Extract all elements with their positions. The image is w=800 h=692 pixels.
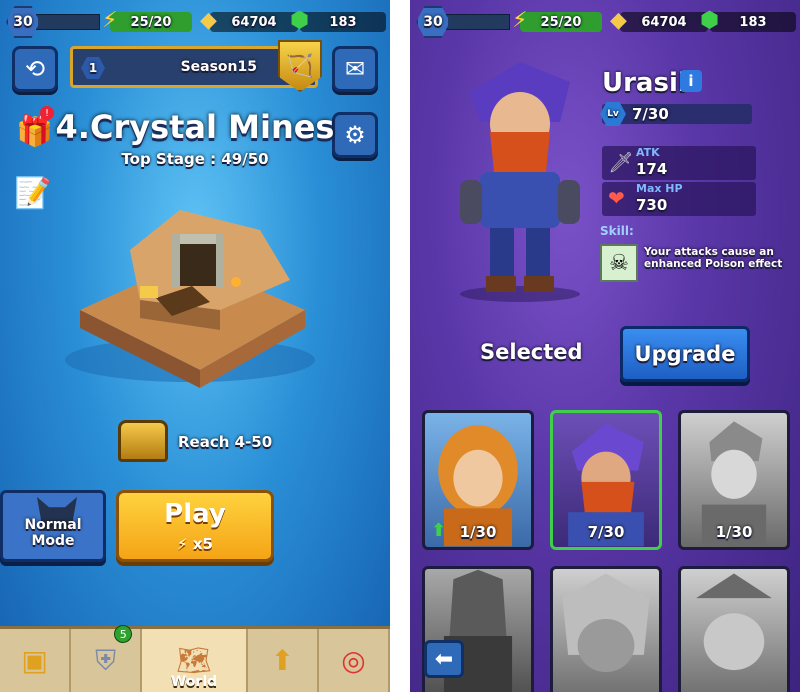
clock-history-icon: ⟲ bbox=[24, 55, 46, 83]
top-stage-text: Top Stage : 49/50 bbox=[121, 150, 269, 168]
cat-wizard-portrait bbox=[696, 573, 772, 671]
hero-card-selected[interactable]: 7/30 bbox=[550, 410, 662, 550]
normal-mode-button[interactable]: Normal Mode bbox=[0, 490, 106, 562]
poison-skill-icon[interactable]: ☠ bbox=[600, 244, 638, 282]
season-level: 1 bbox=[81, 57, 105, 79]
season-label: Season15 bbox=[180, 59, 257, 75]
world-map-screen: 30 25/20 ⚡ 64704 ◆ 183 ⬢ ⟲ 1 Season15 🏹 … bbox=[0, 0, 390, 692]
lightning-icon: ⚡ bbox=[177, 535, 188, 553]
nav-target[interactable]: ◎ bbox=[319, 629, 390, 692]
energy-counter[interactable]: 25/20 bbox=[520, 12, 602, 32]
nav-equipment[interactable]: ⛨ 5 bbox=[71, 625, 143, 692]
hero-card[interactable] bbox=[550, 566, 662, 692]
skill-description: Your attacks cause an enhanced Poison ef… bbox=[644, 246, 783, 270]
gold-diamond-icon: ◆ bbox=[200, 8, 217, 33]
player-level[interactable]: 30 bbox=[416, 6, 450, 38]
beast-hero-portrait bbox=[562, 573, 650, 672]
xp-bar bbox=[446, 14, 510, 30]
hp-stat: ❤ Max HP 730 bbox=[602, 182, 756, 216]
hero-card[interactable]: 1/30 bbox=[678, 410, 790, 550]
nav-upgrade[interactable]: ⬆ bbox=[248, 629, 319, 692]
hero-level-row: Lv 7/30 bbox=[600, 102, 752, 126]
gold-diamond-icon: ◆ bbox=[610, 8, 627, 33]
atk-stat: 🗡 ATK 174 bbox=[602, 146, 756, 180]
crystal-mines-island[interactable] bbox=[60, 190, 320, 390]
nav-shop[interactable]: ▣ bbox=[0, 629, 72, 692]
history-button[interactable]: ⟲ bbox=[12, 46, 58, 92]
skill-label: Skill: bbox=[600, 224, 634, 238]
reward-requirement: Reach 4-50 bbox=[178, 433, 273, 451]
gold-counter[interactable]: 64704 bbox=[620, 12, 708, 32]
level-icon: Lv bbox=[600, 102, 626, 126]
play-button[interactable]: Play ⚡ x5 bbox=[116, 490, 274, 562]
envelope-icon: ✉ bbox=[344, 55, 366, 83]
play-energy-cost: ⚡ x5 bbox=[177, 535, 213, 553]
hero-card[interactable] bbox=[678, 566, 790, 692]
info-icon[interactable]: i bbox=[680, 70, 702, 92]
sword-icon: 🗡 bbox=[608, 150, 634, 174]
energy-counter[interactable]: 25/20 bbox=[110, 12, 192, 32]
panel-divider bbox=[390, 0, 410, 692]
quest-notepad-icon[interactable]: 📝 bbox=[14, 176, 51, 211]
nav-world[interactable]: 🗺 World bbox=[142, 629, 248, 692]
left-arrow-icon: ⬅ bbox=[434, 646, 454, 672]
gem-icon: ⬢ bbox=[290, 8, 310, 33]
lightning-icon: ⚡ bbox=[512, 8, 528, 33]
equipment-badge: 5 bbox=[114, 625, 133, 643]
armor-icon: ⛨ bbox=[95, 643, 117, 677]
resource-bar: 30 25/20 ⚡ 64704 ◆ 183 ⬢ bbox=[410, 6, 800, 38]
gem-counter[interactable]: 183 bbox=[300, 12, 386, 32]
treasure-chest-icon: ▣ bbox=[21, 644, 48, 677]
resource-bar: 30 25/20 ⚡ 64704 ◆ 183 ⬢ bbox=[0, 6, 390, 38]
back-button[interactable]: ⬅ bbox=[424, 640, 464, 678]
lightning-icon: ⚡ bbox=[102, 8, 118, 33]
hero-level: 7/30 bbox=[632, 105, 669, 123]
up-arrow-icon: ⬆ bbox=[270, 644, 295, 677]
xp-bar bbox=[36, 14, 100, 30]
hero-card[interactable]: ⬆ 1/30 bbox=[422, 410, 534, 550]
player-level[interactable]: 30 bbox=[6, 6, 40, 38]
gem-counter[interactable]: 183 bbox=[710, 12, 796, 32]
upgrade-button[interactable]: Upgrade bbox=[620, 326, 750, 382]
hero-portrait bbox=[460, 62, 580, 302]
reward-chest-icon[interactable] bbox=[118, 420, 168, 462]
target-icon: ◎ bbox=[341, 644, 366, 677]
map-icon: 🗺 bbox=[176, 644, 212, 677]
bottom-navigation: ▣ ⛨ 5 🗺 World ⬆ ◎ bbox=[0, 625, 390, 692]
stage-title: 4.Crystal Mines bbox=[55, 108, 335, 146]
hero-name: Urasil bbox=[602, 68, 687, 98]
mail-button[interactable]: ✉ bbox=[332, 46, 378, 92]
heart-icon: ❤ bbox=[608, 186, 625, 210]
gem-icon: ⬢ bbox=[700, 8, 720, 33]
gold-counter[interactable]: 64704 bbox=[210, 12, 298, 32]
selected-label: Selected bbox=[480, 340, 583, 364]
hero-screen: 30 25/20 ⚡ 64704 ◆ 183 ⬢ Urasil i Lv 7/3… bbox=[410, 0, 800, 692]
